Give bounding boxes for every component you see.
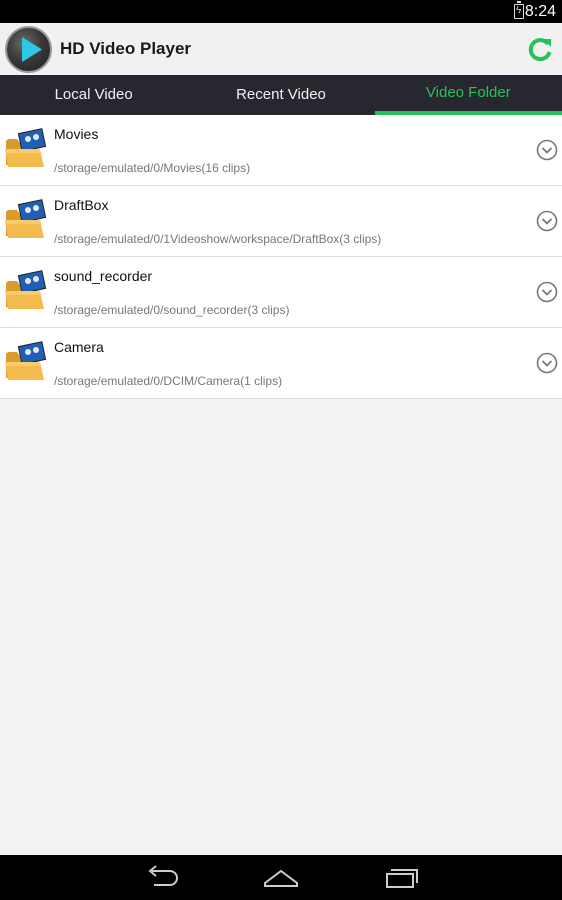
folder-row[interactable]: Camera /storage/emulated/0/DCIM/Camera(1… bbox=[0, 328, 562, 399]
video-folder-icon bbox=[4, 198, 48, 242]
tab-local-video[interactable]: Local Video bbox=[0, 75, 187, 115]
tab-recent-video[interactable]: Recent Video bbox=[187, 75, 374, 115]
chevron-down-circle-icon[interactable] bbox=[536, 139, 558, 161]
video-folder-icon bbox=[4, 340, 48, 384]
folder-name: Movies bbox=[54, 126, 99, 142]
battery-icon: ϟ bbox=[514, 1, 524, 19]
folder-name: Camera bbox=[54, 339, 104, 355]
folder-row[interactable]: Movies /storage/emulated/0/Movies(16 cli… bbox=[0, 115, 562, 186]
refresh-icon[interactable] bbox=[526, 36, 554, 64]
chevron-down-circle-icon[interactable] bbox=[536, 210, 558, 232]
chevron-down-circle-icon[interactable] bbox=[536, 352, 558, 374]
back-icon[interactable] bbox=[144, 865, 178, 894]
folder-list: Movies /storage/emulated/0/Movies(16 cli… bbox=[0, 115, 562, 399]
status-bar: ϟ 8:24 bbox=[0, 0, 562, 23]
folder-path: /storage/emulated/0/Movies(16 clips) bbox=[54, 161, 251, 175]
folder-row[interactable]: DraftBox /storage/emulated/0/1Videoshow/… bbox=[0, 186, 562, 257]
tab-bar: Local Video Recent Video Video Folder bbox=[0, 75, 562, 115]
tab-video-folder[interactable]: Video Folder bbox=[374, 75, 562, 115]
folder-name: DraftBox bbox=[54, 197, 109, 213]
app-title: HD Video Player bbox=[60, 39, 192, 58]
app-bar: HD Video Player bbox=[0, 23, 562, 75]
chevron-down-circle-icon[interactable] bbox=[536, 281, 558, 303]
folder-row[interactable]: sound_recorder /storage/emulated/0/sound… bbox=[0, 257, 562, 328]
recents-icon[interactable] bbox=[385, 865, 419, 894]
folder-path: /storage/emulated/0/sound_recorder(3 cli… bbox=[54, 303, 290, 317]
video-folder-icon bbox=[4, 269, 48, 313]
video-folder-icon bbox=[4, 127, 48, 171]
navigation-bar bbox=[0, 855, 562, 900]
folder-path: /storage/emulated/0/DCIM/Camera(1 clips) bbox=[54, 374, 283, 388]
folder-name: sound_recorder bbox=[54, 268, 153, 284]
folder-path: /storage/emulated/0/1Videoshow/workspace… bbox=[54, 232, 382, 246]
status-time: 8:24 bbox=[524, 3, 556, 20]
play-icon bbox=[5, 26, 52, 73]
home-icon[interactable] bbox=[263, 865, 299, 894]
